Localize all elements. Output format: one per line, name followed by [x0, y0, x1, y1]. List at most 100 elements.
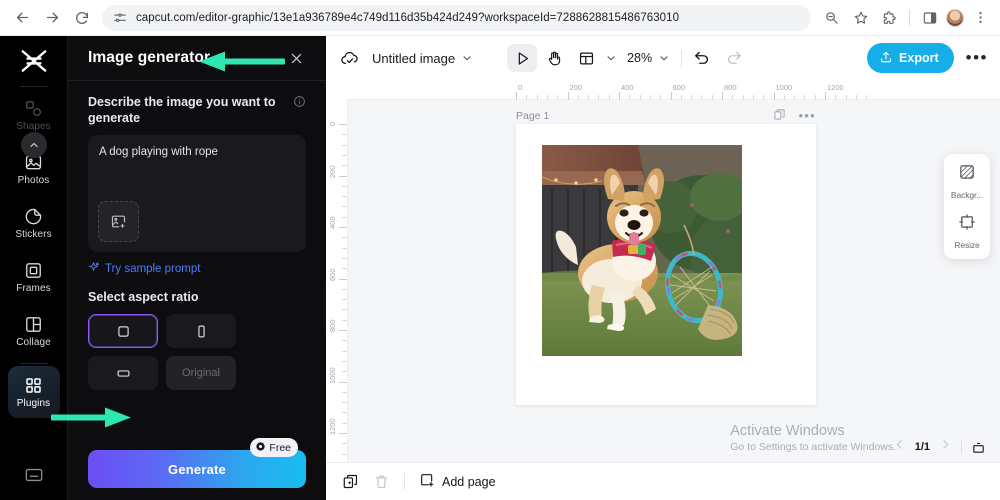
sidebar-item-label: Shapes	[16, 120, 51, 132]
ruler-minor-tick	[804, 95, 806, 100]
layout-chevron-down-icon[interactable]	[605, 52, 617, 64]
generated-image[interactable]	[542, 145, 742, 356]
site-settings-icon[interactable]	[112, 10, 128, 26]
back-button[interactable]	[8, 4, 36, 32]
canvas-side-panel: Backgr... Resize	[944, 154, 990, 259]
ruler-minor-tick	[588, 95, 590, 100]
aspect-ratio-original[interactable]: Original	[166, 356, 236, 390]
ruler-minor-tick	[342, 134, 347, 136]
zoom-level[interactable]: 28%	[627, 51, 652, 65]
ruler-tick	[339, 330, 347, 331]
ruler-minor-tick	[608, 95, 610, 100]
prompt-input[interactable]: A dog playing with rope	[88, 135, 306, 252]
star-icon[interactable]	[849, 6, 873, 30]
page-three-dot-menu-icon[interactable]: •••	[798, 109, 816, 122]
puzzle-icon[interactable]	[877, 6, 901, 30]
hand-pan-icon[interactable]	[539, 44, 569, 72]
page-canvas[interactable]	[516, 124, 816, 405]
layout-grid-icon[interactable]	[571, 44, 601, 72]
chevron-up-icon[interactable]	[20, 132, 47, 158]
try-sample-prompt-link[interactable]: Try sample prompt	[88, 261, 306, 276]
avatar[interactable]	[946, 8, 964, 27]
duplicate-page-button[interactable]	[342, 473, 359, 490]
left-rail: Shapes Photos Stickers Frames Collage Pl…	[0, 36, 68, 500]
resize-label: Resize	[954, 240, 980, 250]
aspect-ratio-label: Select aspect ratio	[88, 289, 306, 305]
three-dot-menu-icon[interactable]	[968, 6, 992, 30]
ruler-tick-label: 1200	[328, 418, 337, 435]
ruler-tick	[339, 278, 347, 280]
aspect-ratio-portrait[interactable]	[166, 314, 236, 348]
undo-arrow-icon[interactable]	[693, 49, 711, 67]
background-button[interactable]: Backgr...	[951, 163, 983, 200]
ruler-minor-tick	[342, 216, 347, 218]
ruler-tick-label: 0	[518, 83, 523, 92]
info-circle-icon[interactable]	[293, 95, 306, 112]
capcut-logo-icon[interactable]	[14, 44, 54, 78]
add-image-icon[interactable]	[98, 201, 139, 242]
close-icon[interactable]	[286, 48, 306, 68]
document-title[interactable]: Untitled image	[372, 51, 455, 66]
ruler-minor-tick	[342, 391, 347, 393]
duplicate-page-icon[interactable]	[773, 108, 786, 124]
export-button[interactable]: Export	[867, 43, 954, 73]
ruler-tick	[619, 92, 620, 100]
page-header: Page 1 •••	[516, 108, 816, 124]
redo-arrow-icon	[725, 49, 743, 67]
cursor-select-icon[interactable]	[507, 44, 538, 72]
ruler-minor-tick	[342, 319, 347, 321]
toolbar-three-dot-menu-icon[interactable]: •••	[966, 49, 988, 66]
sidebar-item-stickers[interactable]: Stickers	[8, 197, 60, 249]
panel-collapse-handle[interactable]	[325, 284, 326, 330]
ruler-tick	[339, 433, 347, 434]
next-page-icon[interactable]	[939, 438, 952, 456]
windows-activation-watermark: Activate Windows Go to Settings to activ…	[730, 423, 896, 454]
sidebar-item-collage[interactable]: Collage	[8, 305, 60, 357]
background-checker-icon	[958, 163, 976, 186]
resize-button[interactable]: Resize	[954, 213, 980, 250]
canvas-board[interactable]: Page 1 ••• Activate Windows Go to Settin…	[348, 100, 1000, 462]
delete-page-button	[373, 473, 390, 490]
ruler-minor-tick	[342, 144, 347, 146]
aspect-ratio-square[interactable]	[88, 314, 158, 348]
ruler-tick-label: 200	[569, 83, 583, 92]
keyboard-shortcuts-icon[interactable]	[24, 465, 44, 490]
address-bar[interactable]: capcut.com/editor-graphic/13e1a936789e4c…	[102, 4, 811, 31]
ruler-tick-label: 1000	[775, 83, 793, 92]
cloud-saved-icon[interactable]	[340, 48, 360, 68]
ruler-tick	[670, 92, 672, 100]
ruler-minor-tick	[629, 95, 631, 100]
present-icon[interactable]	[971, 440, 986, 455]
ruler-minor-tick	[526, 95, 528, 100]
prev-page-icon[interactable]	[893, 438, 906, 456]
zoom-magnifier-icon[interactable]	[819, 6, 843, 30]
canvas-area[interactable]: 0 200 400 600 800 1000 1200 0 200 400 600 800 1000 1…	[326, 80, 1000, 462]
forward-button[interactable]	[38, 4, 66, 32]
ruler-tick-label: 600	[672, 83, 686, 92]
prompt-text: A dog playing with rope	[99, 146, 218, 158]
add-page-button[interactable]: Add page	[419, 472, 496, 491]
panel-title: Image generator	[88, 49, 211, 66]
ruler-corner	[326, 80, 348, 100]
ruler-tick	[339, 381, 347, 383]
ruler-tick-label: 1000	[328, 366, 337, 384]
sidebar-item-plugins[interactable]: Plugins	[7, 366, 60, 418]
ruler-minor-tick	[732, 95, 734, 100]
reload-button[interactable]	[68, 4, 96, 32]
zoom-chevron-down-icon[interactable]	[658, 52, 670, 64]
sidebar-item-label: Frames	[16, 282, 51, 294]
toolbar-divider	[681, 49, 683, 67]
side-panel-icon[interactable]	[918, 6, 942, 30]
ruler-minor-tick	[342, 268, 347, 270]
free-badge: Free	[250, 438, 298, 457]
ruler-minor-tick	[342, 247, 347, 249]
toolbar-divider	[909, 9, 910, 26]
ruler-minor-tick	[342, 443, 347, 445]
ruler-minor-tick	[783, 95, 785, 100]
chevron-down-icon[interactable]	[461, 52, 473, 64]
aspect-ratio-landscape[interactable]	[88, 356, 158, 390]
panel-header: Image generator	[88, 36, 306, 80]
sidebar-item-frames[interactable]: Frames	[8, 251, 60, 303]
url-text: capcut.com/editor-graphic/13e1a936789e4c…	[136, 11, 680, 24]
sidebar-item-label: Collage	[16, 336, 51, 348]
